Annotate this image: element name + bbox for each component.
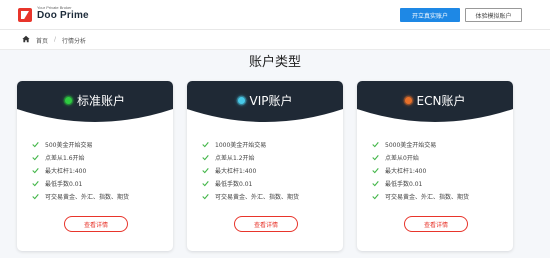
feature-text: 可交易黄金、外汇、指数、期货 [385,194,470,201]
feature-text: 最低手数0.01 [45,181,83,188]
status-dot-icon [404,97,412,104]
feature-item: 可交易黄金、外汇、指数、期货 [372,190,507,203]
view-details-button[interactable]: 查看详情 [404,216,468,232]
feature-text: 最低手数0.01 [215,181,253,188]
feature-item: 可交易黄金、外汇、指数、期货 [202,190,337,203]
breadcrumb-home-link[interactable]: 首页 [36,36,48,45]
feature-item: 1000美金开始交易 [202,138,337,151]
check-icon [32,155,39,161]
feature-item: 最低手数0.01 [202,177,337,190]
feature-text: 1000美金开始交易 [215,142,267,149]
feature-item: 点差从0开始 [372,151,507,164]
account-card-ecn: ECN账户 5000美金开始交易 点差从0开始 最大杠杆1:400 最低手数0.… [357,81,513,251]
check-icon [372,168,379,174]
account-name: ECN账户 [416,94,466,108]
check-icon [372,181,379,187]
breadcrumb-current: 行情分析 [62,38,87,45]
home-icon[interactable] [22,35,30,43]
feature-list: 5000美金开始交易 点差从0开始 最大杠杆1:400 最低手数0.01 可交易… [372,138,507,203]
feature-list: 1000美金开始交易 点差从1.2开始 最大杠杆1:400 最低手数0.01 可… [202,138,337,203]
feature-text: 点差从1.2开始 [215,155,255,162]
feature-text: 最大杠杆1:400 [385,168,427,175]
check-icon [202,194,209,200]
feature-text: 可交易黄金、外汇、指数、期货 [45,194,130,201]
feature-item: 500美金开始交易 [32,138,167,151]
check-icon [32,194,39,200]
feature-item: 最大杠杆1:400 [372,164,507,177]
check-icon [202,142,209,148]
open-live-account-button[interactable]: 开立真实账户 [400,8,460,22]
feature-text: 最大杠杆1:400 [45,168,87,175]
check-icon [202,181,209,187]
feature-list: 500美金开始交易 点差从1.6开始 最大杠杆1:400 最低手数0.01 可交… [32,138,167,203]
check-icon [32,181,39,187]
open-demo-account-button[interactable]: 体验模拟账户 [465,8,522,22]
feature-text: 最低手数0.01 [385,181,423,188]
feature-text: 点差从0开始 [385,155,419,162]
feature-item: 可交易黄金、外汇、指数、期货 [32,190,167,203]
feature-item: 最大杠杆1:400 [202,164,337,177]
check-icon [32,142,39,148]
check-icon [372,142,379,148]
feature-text: 可交易黄金、外汇、指数、期货 [215,194,300,201]
feature-item: 最低手数0.01 [372,177,507,190]
feature-text: 500美金开始交易 [45,142,93,149]
view-details-button[interactable]: 查看详情 [234,216,298,232]
feature-item: 最低手数0.01 [32,177,167,190]
check-icon [372,194,379,200]
feature-item: 点差从1.6开始 [32,151,167,164]
feature-text: 最大杠杆1:400 [215,168,257,175]
account-card-standard: 标准账户 500美金开始交易 点差从1.6开始 最大杠杆1:400 最低手数0.… [17,81,173,251]
feature-text: 5000美金开始交易 [385,142,437,149]
feature-item: 5000美金开始交易 [372,138,507,151]
feature-item: 最大杠杆1:400 [32,164,167,177]
check-icon [202,168,209,174]
status-dot-icon [64,97,72,104]
account-name: 标准账户 [76,94,125,108]
doo-prime-logo-icon[interactable] [18,8,32,22]
account-card-vip: VIP账户 1000美金开始交易 点差从1.2开始 最大杠杆1:400 最低手数… [187,81,343,251]
check-icon [372,155,379,161]
account-name: VIP账户 [249,94,293,108]
check-icon [32,168,39,174]
section-title: 账户类型 [248,55,301,70]
breadcrumb-separator: / [54,36,57,43]
logo-name[interactable]: Doo Prime [37,10,89,21]
feature-text: 点差从1.6开始 [45,155,85,162]
feature-item: 点差从1.2开始 [202,151,337,164]
top-header: Your Private Broker Doo Prime 开立真实账户 体验模… [0,0,550,30]
view-details-button[interactable]: 查看详情 [64,216,128,232]
status-dot-icon [237,97,245,104]
check-icon [202,155,209,161]
